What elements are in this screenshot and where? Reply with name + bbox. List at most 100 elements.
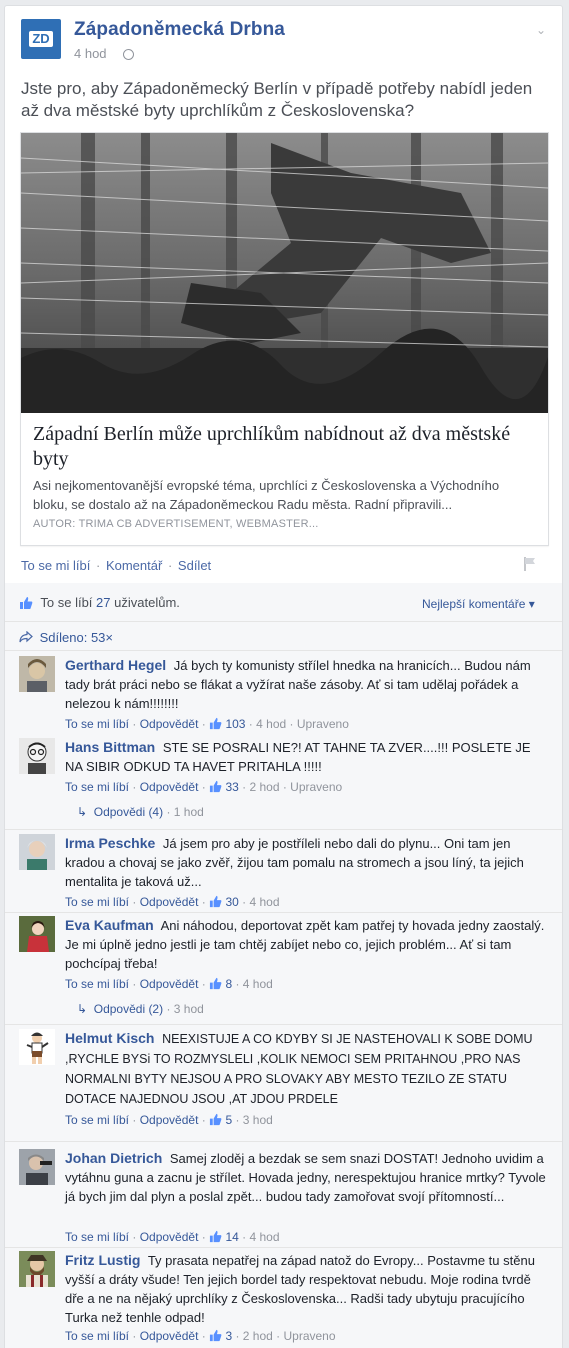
comment-reply-button[interactable]: Odpovědět [140, 780, 199, 794]
thumbs-up-icon [210, 1329, 222, 1342]
comment-like-count[interactable]: 30 [225, 895, 238, 909]
avatar[interactable] [19, 656, 55, 692]
thumbs-up-icon [210, 895, 222, 908]
comment-like-button[interactable]: To se mi líbí [65, 1329, 129, 1343]
view-replies-link[interactable]: ↳ Odpovědi (2) · 3 hod [77, 1002, 204, 1016]
link-preview-card[interactable]: Západní Berlín může uprchlíkům nabídnout… [20, 132, 549, 546]
likes-suffix: uživatelům. [114, 595, 180, 610]
post-card: ZD Západoněmecká Drbna 4 hod ⌄ Jste pro,… [4, 5, 563, 584]
feedback-section: To se líbí 27 uživatelům. Nejlepší komen… [4, 583, 563, 1348]
link-preview-image[interactable] [21, 133, 548, 413]
comment-time[interactable]: 4 hod [256, 717, 286, 731]
comment-meta: To se mi líbí · Odpovědět · 103 · 4 hod … [65, 717, 349, 731]
comment-like-button[interactable]: To se mi líbí [65, 1230, 129, 1244]
replies-label[interactable]: Odpovědi (4) [94, 805, 163, 819]
comment-like-button[interactable]: To se mi líbí [65, 1113, 129, 1127]
comment-author[interactable]: Johan Dietrich [65, 1150, 162, 1166]
share-arrow-icon [19, 630, 33, 643]
page-name-link[interactable]: Západoněmecká Drbna [74, 19, 285, 41]
comment-body: Irma Peschke Já jsem pro aby je postříle… [65, 834, 549, 891]
avatar[interactable] [19, 1251, 55, 1287]
replies-time: 1 hod [173, 805, 204, 819]
comment-author[interactable]: Gerthard Hegel [65, 657, 166, 673]
avatar[interactable] [19, 916, 55, 952]
avatar[interactable] [19, 1149, 55, 1185]
comment-reply-button[interactable]: Odpovědět [140, 1230, 199, 1244]
comment-time[interactable]: 3 hod [243, 1113, 273, 1127]
share-button[interactable]: Sdílet [178, 558, 211, 573]
comment-reply-button[interactable]: Odpovědět [140, 977, 199, 991]
comment-body: Gerthard Hegel Já bych ty komunisty stří… [65, 656, 549, 713]
comment-meta: To se mi líbí · Odpovědět · 30 · 4 hod [65, 895, 280, 909]
comment-meta: To se mi líbí · Odpovědět · 5 · 3 hod [65, 1113, 273, 1127]
barbed-wire-photo [21, 133, 548, 413]
comment-meta: To se mi líbí · Odpovědět · 3 · 2 hod · … [65, 1329, 336, 1343]
comment-like-button[interactable]: To se mi líbí [65, 717, 129, 731]
comment-time[interactable]: 4 hod [249, 895, 279, 909]
thumbs-up-icon [210, 1230, 222, 1243]
comment-reply-button[interactable]: Odpovědět [140, 1329, 199, 1343]
thumbs-up-icon [210, 780, 222, 793]
comment-author[interactable]: Hans Bittman [65, 739, 155, 755]
comment-button[interactable]: Komentář [106, 558, 162, 573]
comment-like-count[interactable]: 3 [225, 1329, 232, 1343]
divider [5, 829, 562, 830]
chevron-down-icon[interactable]: ⌄ [536, 23, 546, 37]
avatar[interactable] [19, 1029, 55, 1065]
reply-arrow-icon: ↳ [77, 1002, 88, 1016]
avatar[interactable] [19, 738, 55, 774]
comment-meta: To se mi líbí · Odpovědět · 8 · 4 hod [65, 977, 273, 991]
thumbs-up-icon [210, 717, 222, 730]
comment-time[interactable]: 2 hod [243, 1329, 273, 1343]
post-timestamp[interactable]: 4 hod [74, 46, 107, 61]
thumbs-up-icon [210, 1113, 222, 1126]
comment-like-count[interactable]: 14 [225, 1230, 238, 1244]
comment-like-count[interactable]: 8 [225, 977, 232, 991]
comment-like-count[interactable]: 103 [225, 717, 245, 731]
comment-author[interactable]: Irma Peschke [65, 835, 155, 851]
link-description: Asi nejkomentovanější evropské téma, upr… [33, 478, 500, 512]
share-count-label: Sdíleno: 53× [39, 630, 113, 645]
comment-time[interactable]: 4 hod [243, 977, 273, 991]
comment-edited[interactable]: Upraveno [297, 717, 349, 731]
comment-like-button[interactable]: To se mi líbí [65, 977, 129, 991]
likes-count-link[interactable]: 27 [96, 595, 110, 610]
comment-like-button[interactable]: To se mi líbí [65, 780, 129, 794]
likes-prefix: To se líbí [40, 595, 93, 610]
comment-time[interactable]: 2 hod [249, 780, 279, 794]
separator-dot: · [166, 1002, 171, 1016]
comment-time[interactable]: 4 hod [249, 1230, 279, 1244]
comment-edited[interactable]: Upraveno [290, 780, 342, 794]
page-avatar-logo: ZD [29, 31, 53, 47]
link-title[interactable]: Západní Berlín může uprchlíkům nabídnout… [33, 422, 533, 472]
comment-author[interactable]: Fritz Lustig [65, 1252, 140, 1268]
comment-like-button[interactable]: To se mi líbí [65, 895, 129, 909]
comment-body: Johan Dietrich Samej zloděj a bezdak se … [65, 1149, 549, 1206]
reply-arrow-icon: ↳ [77, 805, 88, 819]
avatar[interactable] [19, 834, 55, 870]
flag-icon[interactable] [522, 556, 538, 572]
link-author: AUTOR: TRIMA CB ADVERTISEMENT, WEBMASTER… [33, 518, 319, 530]
comment-sort-dropdown[interactable]: Nejlepší komentáře ▾ [422, 597, 535, 611]
like-button[interactable]: To se mi líbí [21, 558, 90, 573]
comment-like-count[interactable]: 33 [225, 780, 238, 794]
page-avatar[interactable]: ZD [21, 19, 61, 59]
comment-author[interactable]: Helmut Kisch [65, 1030, 154, 1046]
thumbs-up-icon [20, 597, 33, 609]
share-count[interactable]: Sdíleno: 53× [19, 630, 113, 645]
divider [5, 912, 562, 913]
replies-label[interactable]: Odpovědi (2) [94, 1002, 163, 1016]
post-message: Jste pro, aby Západoněmecký Berlín v pří… [21, 79, 533, 120]
comment-like-count[interactable]: 5 [225, 1113, 232, 1127]
comment-edited[interactable]: Upraveno [284, 1329, 336, 1343]
comment-author[interactable]: Eva Kaufman [65, 917, 154, 933]
comment-reply-button[interactable]: Odpovědět [140, 1113, 199, 1127]
comment-body: Eva Kaufman Ani náhodou, deportovat zpět… [65, 916, 549, 973]
view-replies-link[interactable]: ↳ Odpovědi (4) · 1 hod [77, 805, 204, 819]
comment-body: Hans Bittman STE SE POSRALI NE?! AT TAHN… [65, 738, 549, 776]
comment-reply-button[interactable]: Odpovědět [140, 717, 199, 731]
comment-reply-button[interactable]: Odpovědět [140, 895, 199, 909]
thumbs-up-icon [210, 977, 222, 990]
replies-time: 3 hod [173, 1002, 204, 1016]
comment-body: Helmut Kisch NEEXISTUJE A CO KDYBY SI JE… [65, 1029, 549, 1109]
